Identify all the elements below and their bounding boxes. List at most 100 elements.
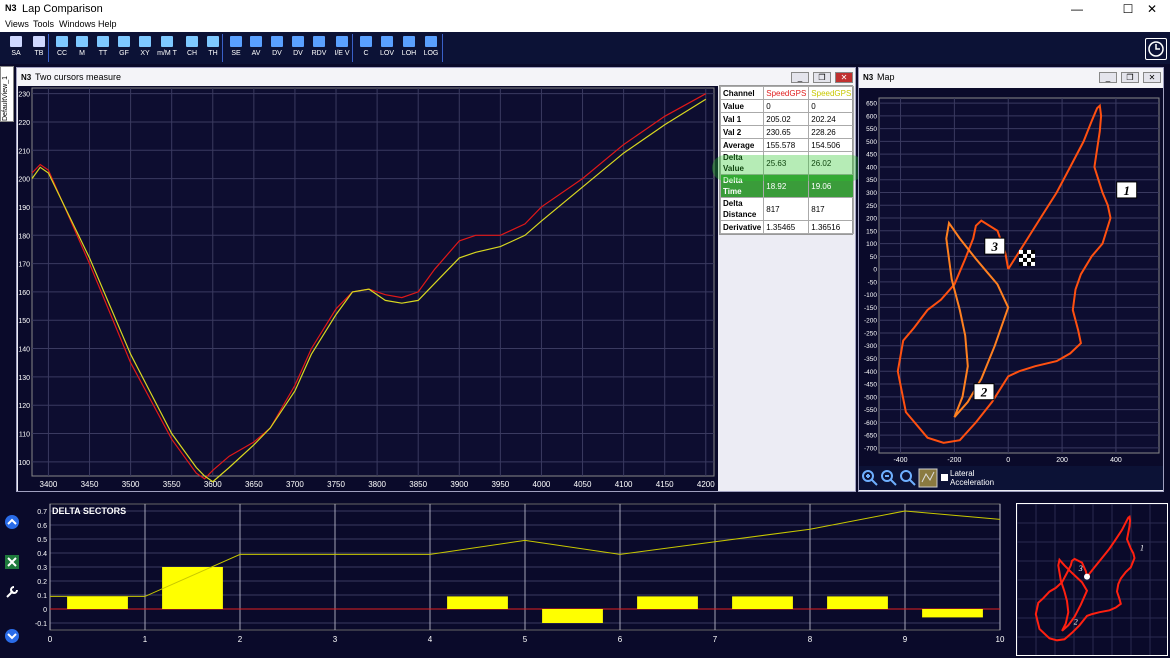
window-restore-button[interactable]: ❐ xyxy=(813,72,831,83)
toolbar-button-se[interactable]: SE xyxy=(225,33,247,63)
window-minimize-button[interactable]: _ xyxy=(791,72,809,83)
toolbar-button-sa[interactable]: SA xyxy=(5,33,27,63)
delta-sectors-chart: -0.100.10.20.30.40.50.60.70 1 2 3 4 5 6 7 8 9 10 xyxy=(35,503,1005,644)
delta-y-tick: 0.2 xyxy=(37,579,47,586)
map-y-tick: 0 xyxy=(873,267,877,274)
wrench-icon[interactable] xyxy=(4,584,20,600)
delta-bar-sector-5 xyxy=(447,596,508,609)
menu-views[interactable]: Views xyxy=(5,19,29,29)
map-x-tick: -400 xyxy=(894,457,908,464)
toolbar-button-label: LOG xyxy=(423,50,439,57)
default-view-tab[interactable]: DefaultView_1 xyxy=(0,66,14,122)
cell-b: 0 xyxy=(808,99,855,113)
close-button[interactable]: ✕ xyxy=(1132,1,1170,18)
toolbar-separator xyxy=(442,34,443,62)
columns-icon xyxy=(403,36,415,47)
header-series-b: SpeedGPS xyxy=(808,86,855,100)
zoom-reset-icon[interactable] xyxy=(899,469,917,487)
toolbar-button-label: RDV xyxy=(311,50,327,57)
speed-chart-x-tick: 4000 xyxy=(533,480,551,489)
speed-chart-x-tick: 3700 xyxy=(286,480,304,489)
minimize-button[interactable]: — xyxy=(1057,1,1097,18)
chevron-up-icon[interactable] xyxy=(4,514,20,530)
calendar-icon xyxy=(97,36,109,47)
app-title: Lap Comparison xyxy=(22,3,103,15)
toolbar-button-tb[interactable]: TB xyxy=(28,33,50,63)
cell-b: 1.36516 xyxy=(808,220,855,234)
delta-x-tick: 7 xyxy=(713,635,718,644)
delta-x-tick: 6 xyxy=(618,635,623,644)
toolbar-button-label: DV xyxy=(293,50,303,57)
menu-help[interactable]: Help xyxy=(98,19,117,29)
window-close-button[interactable]: ✕ xyxy=(835,72,853,83)
map-image-icon[interactable] xyxy=(918,468,938,488)
cell-a: 18.92 xyxy=(763,174,810,198)
speed-chart-y-tick: 190 xyxy=(18,205,30,212)
toolbar-button-log[interactable]: LOG xyxy=(420,33,442,63)
toolbar-button-label: C xyxy=(363,50,369,57)
map-y-tick: -550 xyxy=(864,407,877,414)
hourglass-icon xyxy=(33,36,45,47)
map-y-tick: -350 xyxy=(864,356,877,363)
delta-y-tick: 0.7 xyxy=(37,509,47,516)
toolbar-button-i-e-v[interactable]: I/E V xyxy=(331,33,353,63)
map-close-button[interactable]: ✕ xyxy=(1143,72,1161,83)
toolbar-button-m-m-t[interactable]: m/M T xyxy=(156,33,178,63)
two-cursors-title: Two cursors measure xyxy=(35,72,122,82)
delta-y-tick: 0.3 xyxy=(37,565,47,572)
clock-button[interactable] xyxy=(1145,38,1167,60)
delta-bar-sector-1 xyxy=(67,596,128,609)
table-icon xyxy=(161,36,173,47)
toolbar-button-dv[interactable]: DV xyxy=(266,33,288,63)
toolbar-button-loh[interactable]: LOH xyxy=(398,33,420,63)
speed-chart-y-tick: 110 xyxy=(19,432,30,439)
zoom-out-icon[interactable] xyxy=(880,469,898,487)
toolbar-button-label: TT xyxy=(98,50,108,57)
save-icon xyxy=(230,36,242,47)
toolbar-button-label: LOH xyxy=(401,50,417,57)
map-y-tick: -650 xyxy=(864,433,877,440)
map-y-tick: -450 xyxy=(864,382,877,389)
toolbar-button-rdv[interactable]: RDV xyxy=(308,33,330,63)
map-minimize-button[interactable]: _ xyxy=(1099,72,1117,83)
row-label: Delta Distance xyxy=(719,197,765,221)
toolbar-button-label: M xyxy=(79,50,85,57)
map-y-tick: -150 xyxy=(864,305,877,312)
toolbar-button-cc[interactable]: CC xyxy=(51,33,73,63)
toolbar-button-th[interactable]: TH xyxy=(202,33,224,63)
map-y-tick: -400 xyxy=(864,369,877,376)
toolbar-button-dv[interactable]: DV xyxy=(287,33,309,63)
map-y-tick: 100 xyxy=(866,241,877,248)
toolbar-button-label: TB xyxy=(34,50,44,57)
cell-b: 154.506 xyxy=(808,138,855,152)
delta-x-tick: 4 xyxy=(428,635,433,644)
toolbar-button-gf[interactable]: GF xyxy=(113,33,135,63)
map-x-tick: 400 xyxy=(1110,457,1122,464)
lateral-acceleration-checkbox[interactable] xyxy=(941,474,948,481)
map-restore-button[interactable]: ❐ xyxy=(1121,72,1139,83)
cell-a: 155.578 xyxy=(763,138,810,152)
monitor-icon xyxy=(271,36,283,47)
delta-x-tick: 9 xyxy=(903,635,908,644)
chevron-down-icon[interactable] xyxy=(4,628,20,644)
toolbar-button-tt[interactable]: TT xyxy=(92,33,114,63)
toolbar-button-av[interactable]: AV xyxy=(245,33,267,63)
toolbar-button-xy[interactable]: XY xyxy=(134,33,156,63)
toolbar-button-ch[interactable]: CH xyxy=(181,33,203,63)
menu-tools[interactable]: Tools xyxy=(33,19,54,29)
mini-map-position-dot xyxy=(1084,573,1090,580)
menu-windows[interactable]: Windows xyxy=(59,19,96,29)
excel-icon[interactable] xyxy=(4,554,20,570)
checkered-flag-cell xyxy=(1031,257,1035,262)
toolbar-button-c[interactable]: C xyxy=(355,33,377,63)
speed-chart-y-tick: 210 xyxy=(18,148,30,155)
map-y-tick: 200 xyxy=(866,216,877,223)
toolbar-button-lov[interactable]: LOV xyxy=(376,33,398,63)
toolbar-button-label: SE xyxy=(231,50,241,57)
toolbar-button-label: SA xyxy=(11,50,21,57)
speed-chart-y-tick: 160 xyxy=(18,290,30,297)
zoom-in-icon[interactable] xyxy=(861,469,879,487)
toolbar-button-m[interactable]: M xyxy=(71,33,93,63)
checkered-flag-cell xyxy=(1031,261,1035,266)
row-label: Val 2 xyxy=(719,125,765,139)
